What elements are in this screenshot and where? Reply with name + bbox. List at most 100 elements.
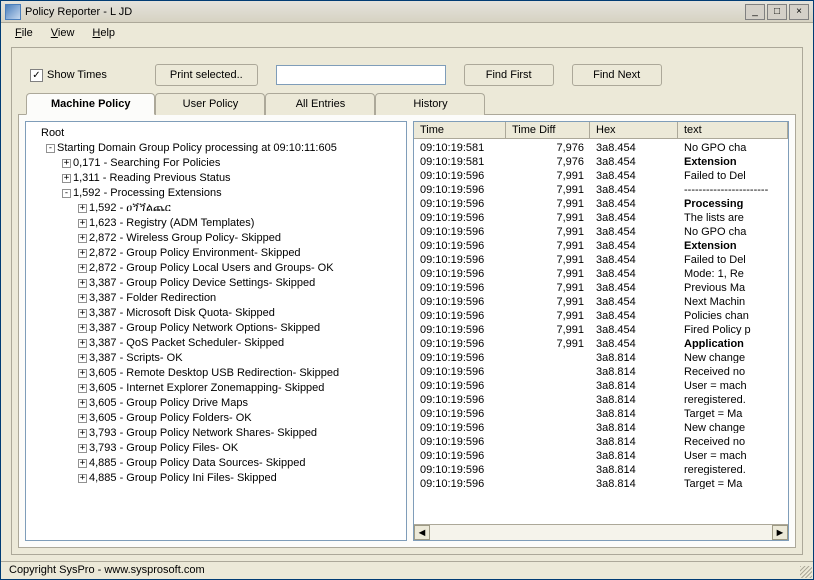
list-body[interactable]: 09:10:19:5817,9763a8.454No GPO cha09:10:… bbox=[414, 139, 788, 524]
menu-help[interactable]: Help bbox=[84, 25, 123, 41]
list-row[interactable]: 09:10:19:5963a8.814Received no bbox=[414, 433, 788, 447]
tree-expander[interactable]: + bbox=[78, 219, 87, 228]
tree-node[interactable]: +3,387 - Group Policy Device Settings- S… bbox=[30, 276, 402, 291]
list-row[interactable]: 09:10:19:5967,9913a8.454No GPO cha bbox=[414, 223, 788, 237]
tree-node[interactable]: +3,793 - Group Policy Files- OK bbox=[30, 441, 402, 456]
find-next-button[interactable]: Find Next bbox=[572, 64, 662, 86]
list-row[interactable]: 09:10:19:5967,9913a8.454Mode: 1, Re bbox=[414, 265, 788, 279]
tab-history[interactable]: History bbox=[375, 93, 485, 115]
show-times-checkbox[interactable]: ✓ bbox=[30, 69, 43, 82]
list-row[interactable]: 09:10:19:5817,9763a8.454No GPO cha bbox=[414, 139, 788, 153]
list-row[interactable]: 09:10:19:5817,9763a8.454Extension bbox=[414, 153, 788, 167]
tree-node[interactable]: +3,605 - Remote Desktop USB Redirection-… bbox=[30, 366, 402, 381]
tree-node[interactable]: +2,872 - Group Policy Local Users and Gr… bbox=[30, 261, 402, 276]
resize-grip-icon[interactable] bbox=[800, 566, 812, 578]
list-row[interactable]: 09:10:19:5967,9913a8.454Failed to Del bbox=[414, 251, 788, 265]
tree-node[interactable]: +2,872 - Wireless Group Policy- Skipped bbox=[30, 231, 402, 246]
tree-node[interactable]: +3,387 - Microsoft Disk Quota- Skipped bbox=[30, 306, 402, 321]
list-row[interactable]: 09:10:19:5963a8.814reregistered. bbox=[414, 391, 788, 405]
list-row[interactable]: 09:10:19:5967,9913a8.454Processing bbox=[414, 195, 788, 209]
list-row[interactable]: 09:10:19:5967,9913a8.454----------------… bbox=[414, 181, 788, 195]
close-button[interactable]: × bbox=[789, 4, 809, 20]
cell-hex: 3a8.814 bbox=[590, 433, 678, 447]
tree-node[interactable]: +3,793 - Group Policy Network Shares- Sk… bbox=[30, 426, 402, 441]
tree-expander[interactable]: + bbox=[78, 234, 87, 243]
list-row[interactable]: 09:10:19:5967,9913a8.454The lists are bbox=[414, 209, 788, 223]
col-hex[interactable]: Hex bbox=[590, 122, 678, 138]
tree-node[interactable]: +4,885 - Group Policy Ini Files- Skipped bbox=[30, 471, 402, 486]
tree-expander[interactable]: + bbox=[78, 429, 87, 438]
tree-pane[interactable]: +Root-Starting Domain Group Policy proce… bbox=[25, 121, 407, 541]
tree-node[interactable]: +3,605 - Internet Explorer Zonemapping- … bbox=[30, 381, 402, 396]
list-row[interactable]: 09:10:19:5967,9913a8.454Fired Policy p bbox=[414, 321, 788, 335]
list-row[interactable]: 09:10:19:5967,9913a8.454Extension bbox=[414, 237, 788, 251]
cell-hex: 3a8.454 bbox=[590, 251, 678, 265]
tree-expander[interactable]: + bbox=[78, 279, 87, 288]
tree-expander[interactable]: + bbox=[78, 369, 87, 378]
tree-node[interactable]: +Root bbox=[30, 126, 402, 141]
minimize-button[interactable]: _ bbox=[745, 4, 765, 20]
tab-user-policy[interactable]: User Policy bbox=[155, 93, 265, 115]
search-input[interactable] bbox=[276, 65, 446, 85]
find-first-button[interactable]: Find First bbox=[464, 64, 554, 86]
list-header[interactable]: Time Time Diff Hex text bbox=[414, 122, 788, 139]
list-row[interactable]: 09:10:19:5963a8.814New change bbox=[414, 419, 788, 433]
col-time[interactable]: Time bbox=[414, 122, 506, 138]
tree-expander[interactable]: + bbox=[78, 204, 87, 213]
tree-expander[interactable]: + bbox=[78, 354, 87, 363]
tree-expander[interactable]: + bbox=[78, 249, 87, 258]
tree-node[interactable]: +4,885 - Group Policy Data Sources- Skip… bbox=[30, 456, 402, 471]
list-row[interactable]: 09:10:19:5963a8.814Target = Ma bbox=[414, 475, 788, 489]
tree-node[interactable]: +3,605 - Group Policy Folders- OK bbox=[30, 411, 402, 426]
tree-expander[interactable]: - bbox=[46, 144, 55, 153]
tree-node[interactable]: +1,623 - Registry (ADM Templates) bbox=[30, 216, 402, 231]
list-row[interactable]: 09:10:19:5967,9913a8.454Failed to Del bbox=[414, 167, 788, 181]
list-row[interactable]: 09:10:19:5963a8.814New change bbox=[414, 349, 788, 363]
tree-expander[interactable]: + bbox=[62, 159, 71, 168]
list-row[interactable]: 09:10:19:5967,9913a8.454Next Machin bbox=[414, 293, 788, 307]
maximize-button[interactable]: □ bbox=[767, 4, 787, 20]
col-time-diff[interactable]: Time Diff bbox=[506, 122, 590, 138]
tree-node[interactable]: +0,171 - Searching For Policies bbox=[30, 156, 402, 171]
list-row[interactable]: 09:10:19:5963a8.814Received no bbox=[414, 363, 788, 377]
tree-node[interactable]: +3,387 - Folder Redirection bbox=[30, 291, 402, 306]
list-row[interactable]: 09:10:19:5967,9913a8.454Previous Ma bbox=[414, 279, 788, 293]
tree-node[interactable]: +3,387 - Scripts- OK bbox=[30, 351, 402, 366]
col-text[interactable]: text bbox=[678, 122, 788, 138]
tree-expander[interactable]: + bbox=[78, 324, 87, 333]
tree-node[interactable]: +2,872 - Group Policy Environment- Skipp… bbox=[30, 246, 402, 261]
tab-all-entries[interactable]: All Entries bbox=[265, 93, 375, 115]
menu-view[interactable]: View bbox=[43, 25, 83, 41]
tree-expander[interactable]: + bbox=[62, 174, 71, 183]
tree-node[interactable]: -Starting Domain Group Policy processing… bbox=[30, 141, 402, 156]
tree-expander[interactable]: + bbox=[78, 264, 87, 273]
tree-node[interactable]: +1,592 - ዐጘጘልጨር bbox=[30, 201, 402, 216]
tree-expander[interactable]: + bbox=[78, 339, 87, 348]
tree-node[interactable]: +3,387 - Group Policy Network Options- S… bbox=[30, 321, 402, 336]
list-row[interactable]: 09:10:19:5963a8.814User = mach bbox=[414, 377, 788, 391]
list-row[interactable]: 09:10:19:5967,9913a8.454Policies chan bbox=[414, 307, 788, 321]
tree-expander[interactable]: + bbox=[78, 294, 87, 303]
list-row[interactable]: 09:10:19:5963a8.814Target = Ma bbox=[414, 405, 788, 419]
tree-expander[interactable]: + bbox=[78, 414, 87, 423]
tree-expander[interactable]: + bbox=[78, 399, 87, 408]
tree-expander[interactable]: + bbox=[78, 309, 87, 318]
tree-node[interactable]: +3,605 - Group Policy Drive Maps bbox=[30, 396, 402, 411]
tree-expander[interactable]: + bbox=[78, 444, 87, 453]
tree-node[interactable]: +3,387 - QoS Packet Scheduler- Skipped bbox=[30, 336, 402, 351]
tree-expander[interactable]: + bbox=[78, 459, 87, 468]
scroll-left-icon[interactable]: ◄ bbox=[414, 525, 430, 540]
list-row[interactable]: 09:10:19:5963a8.814User = mach bbox=[414, 447, 788, 461]
tree-node[interactable]: +1,311 - Reading Previous Status bbox=[30, 171, 402, 186]
tree-expander[interactable]: + bbox=[78, 384, 87, 393]
print-selected-button[interactable]: Print selected.. bbox=[155, 64, 258, 86]
tree-expander[interactable]: + bbox=[78, 474, 87, 483]
horizontal-scrollbar[interactable]: ◄ ► bbox=[414, 524, 788, 540]
list-row[interactable]: 09:10:19:5963a8.814reregistered. bbox=[414, 461, 788, 475]
tab-machine-policy[interactable]: Machine Policy bbox=[26, 93, 155, 115]
tree-node[interactable]: -1,592 - Processing Extensions bbox=[30, 186, 402, 201]
scroll-right-icon[interactable]: ► bbox=[772, 525, 788, 540]
list-row[interactable]: 09:10:19:5967,9913a8.454Application bbox=[414, 335, 788, 349]
tree-expander[interactable]: - bbox=[62, 189, 71, 198]
menu-file[interactable]: File bbox=[7, 25, 41, 41]
